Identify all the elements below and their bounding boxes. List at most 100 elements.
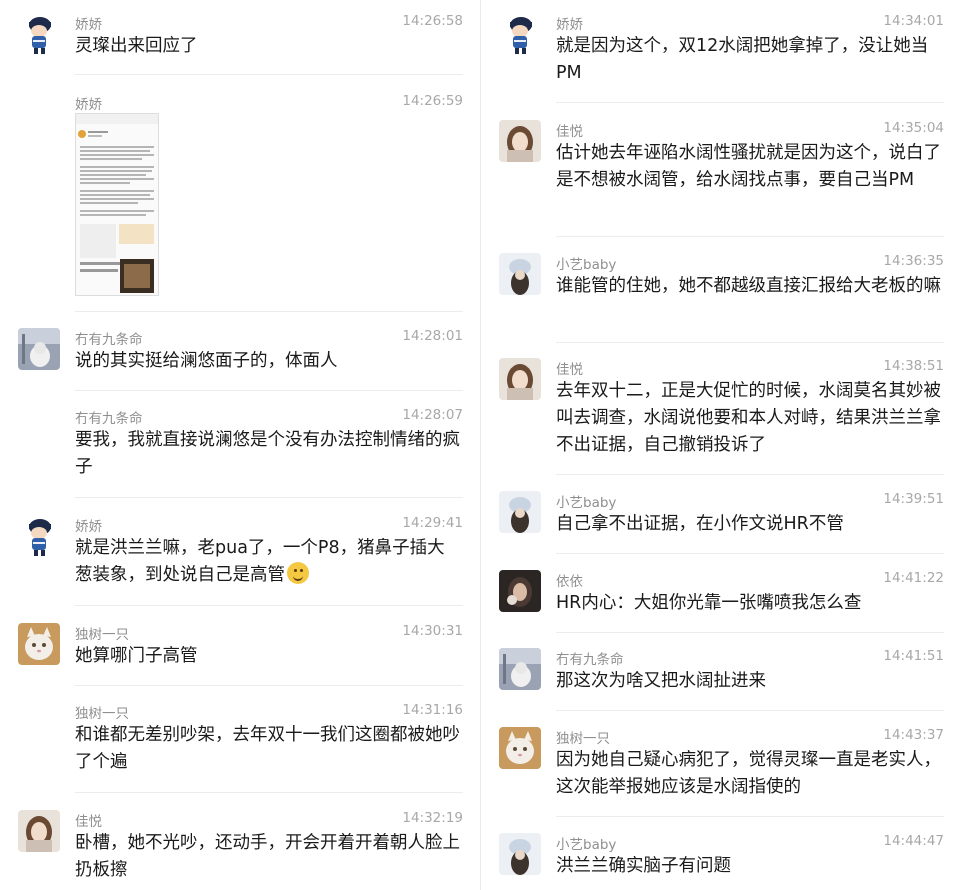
chat-message[interactable]: 娇娇 14:26:59: [0, 93, 480, 312]
white-cat-avatar-icon: [499, 727, 541, 769]
divider: [75, 390, 463, 391]
divider: [75, 605, 463, 606]
cartoon-boy-avatar-icon: [18, 13, 60, 55]
chat-message[interactable]: 娇娇 14:29:41 就是洪兰兰嘛，老pua了，一个P8，猪鼻子插大葱装象，到…: [0, 515, 480, 606]
divider: [75, 497, 463, 498]
sender-name: 独树一只: [75, 627, 129, 643]
message-text: 估计她去年诬陷水阔性骚扰就是因为这个，说白了是不想被水阔管，给水阔找点事，要自己…: [556, 143, 941, 190]
avatar[interactable]: [499, 253, 541, 295]
message-text: HR内心：大姐你光靠一张嘴喷我怎么查: [556, 593, 862, 613]
girl-photo-avatar-icon: [499, 120, 541, 162]
chat-message[interactable]: 独树一只 14:30:31 她算哪门子高管: [0, 623, 480, 686]
sender-name: 小艺baby: [556, 495, 617, 511]
sender-name: 佳悦: [556, 362, 583, 378]
chat-message[interactable]: 独树一只 14:43:37 因为她自己疑心病犯了，觉得灵璨一直是老实人，这次能举…: [481, 727, 960, 817]
screenshot-image-icon: [76, 114, 158, 295]
chat-message[interactable]: 佳悦 14:38:51 去年双十二，正是大促忙的时候，水阔莫名其妙被叫去调查，水…: [481, 358, 960, 475]
message-time: 14:30:31: [402, 623, 463, 639]
smirk-emoji-icon: [287, 562, 309, 584]
avatar[interactable]: [18, 623, 60, 665]
sender-name: 娇娇: [75, 97, 102, 113]
chat-message[interactable]: 娇娇 14:34:01 就是因为这个，双12水阔把她拿掉了，没让她当PM: [481, 13, 960, 103]
message-time: 14:29:41: [402, 515, 463, 531]
avatar[interactable]: [18, 13, 60, 55]
image-attachment[interactable]: [75, 113, 159, 296]
divider: [556, 710, 944, 711]
chat-message[interactable]: 娇娇 14:26:58 灵璨出来回应了: [0, 13, 480, 75]
avatar[interactable]: [499, 491, 541, 533]
message-time: 14:26:59: [402, 93, 463, 109]
message-text: 说的其实挺给澜悠面子的，体面人: [75, 351, 338, 371]
message-time: 14:41:51: [883, 648, 944, 664]
message-text: 那这次为啥又把水阔扯进来: [556, 671, 766, 691]
divider: [556, 816, 944, 817]
message-time: 14:41:22: [883, 570, 944, 586]
divider: [556, 632, 944, 633]
chat-message[interactable]: 小艺baby 14:39:51 自己拿不出证据，在小作文说HR不管: [481, 491, 960, 554]
sender-name: 冇有九条命: [556, 652, 624, 668]
avatar[interactable]: [18, 515, 60, 557]
girl-photo-avatar-icon: [499, 358, 541, 400]
avatar[interactable]: [499, 833, 541, 875]
sender-name: 冇有九条命: [75, 332, 143, 348]
chat-message[interactable]: 佳悦 14:35:04 估计她去年诬陷水阔性骚扰就是因为这个，说白了是不想被水阔…: [481, 120, 960, 237]
sender-name: 独树一只: [75, 706, 129, 722]
sender-name: 佳悦: [75, 814, 102, 830]
avatar[interactable]: [499, 727, 541, 769]
message-text: 洪兰兰确实脑子有问题: [556, 856, 731, 876]
white-cat-avatar-icon: [18, 623, 60, 665]
message-time: 14:44:47: [883, 833, 944, 849]
message-text: 谁能管的住她，她不都越级直接汇报给大老板的嘛: [556, 276, 941, 296]
message-time: 14:39:51: [883, 491, 944, 507]
avatar[interactable]: [499, 120, 541, 162]
hat-girl-avatar-icon: [499, 253, 541, 295]
divider: [556, 102, 944, 103]
message-time: 14:31:16: [402, 702, 463, 718]
divider: [556, 236, 944, 237]
message-time: 14:26:58: [402, 13, 463, 29]
message-text: 卧槽，她不光吵，还动手，开会开着开着朝人脸上扔板擦: [75, 833, 460, 880]
message-time: 14:35:04: [883, 120, 944, 136]
message-time: 14:28:07: [402, 407, 463, 423]
chat-message[interactable]: 依依 14:41:22 HR内心：大姐你光靠一张嘴喷我怎么查: [481, 570, 960, 633]
sender-name: 依依: [556, 574, 583, 590]
chat-message[interactable]: 佳悦 14:32:19 卧槽，她不光吵，还动手，开会开着开着朝人脸上扔板擦: [0, 810, 480, 890]
message-time: 14:38:51: [883, 358, 944, 374]
avatar[interactable]: [18, 328, 60, 370]
message-text: 灵璨出来回应了: [75, 36, 198, 56]
avatar[interactable]: [499, 358, 541, 400]
chat-message[interactable]: 冇有九条命 14:28:01 说的其实挺给澜悠面子的，体面人: [0, 328, 480, 391]
message-text: 她算哪门子高管: [75, 646, 198, 666]
chat-column-right: 娇娇 14:34:01 就是因为这个，双12水阔把她拿掉了，没让她当PM 佳悦 …: [481, 0, 960, 890]
message-time: 14:43:37: [883, 727, 944, 743]
hat-girl-avatar-icon: [499, 833, 541, 875]
avatar[interactable]: [499, 13, 541, 55]
message-text: 就是洪兰兰嘛，老pua了，一个P8，猪鼻子插大葱装象，到处说自己是高管: [75, 535, 460, 589]
chat-message[interactable]: 冇有九条命 14:28:07 要我，我就直接说澜悠是个没有办法控制情绪的疯子: [0, 407, 480, 498]
chat-message[interactable]: 小艺baby 14:44:47 洪兰兰确实脑子有问题: [481, 833, 960, 890]
dark-girl-avatar-icon: [499, 570, 541, 612]
message-text-content: 就是洪兰兰嘛，老pua了，一个P8，猪鼻子插大葱装象，到处说自己是高管: [75, 538, 445, 585]
divider: [75, 685, 463, 686]
message-time: 14:28:01: [402, 328, 463, 344]
chat-message[interactable]: 独树一只 14:31:16 和谁都无差别吵架，去年双十一我们这圈都被她吵了个遍: [0, 702, 480, 793]
divider: [75, 792, 463, 793]
message-text: 因为她自己疑心病犯了，觉得灵璨一直是老实人，这次能举报她应该是水阔指使的: [556, 750, 941, 797]
sender-name: 佳悦: [556, 124, 583, 140]
avatar[interactable]: [18, 810, 60, 852]
hat-girl-avatar-icon: [499, 491, 541, 533]
chat-column-left: 娇娇 14:26:58 灵璨出来回应了 娇娇 14:26:59 冇有九条命 14…: [0, 0, 480, 890]
snow-cat-avatar-icon: [18, 328, 60, 370]
sender-name: 冇有九条命: [75, 411, 143, 427]
chat-message[interactable]: 小艺baby 14:36:35 谁能管的住她，她不都越级直接汇报给大老板的嘛: [481, 253, 960, 343]
message-text: 就是因为这个，双12水阔把她拿掉了，没让她当PM: [556, 36, 929, 83]
avatar[interactable]: [499, 648, 541, 690]
girl-photo-avatar-icon: [18, 810, 60, 852]
divider: [556, 342, 944, 343]
message-text: 自己拿不出证据，在小作文说HR不管: [556, 514, 844, 534]
chat-message[interactable]: 冇有九条命 14:41:51 那这次为啥又把水阔扯进来: [481, 648, 960, 711]
avatar[interactable]: [499, 570, 541, 612]
sender-name: 小艺baby: [556, 257, 617, 273]
message-text: 和谁都无差别吵架，去年双十一我们这圈都被她吵了个遍: [75, 725, 460, 772]
message-time: 14:32:19: [402, 810, 463, 826]
